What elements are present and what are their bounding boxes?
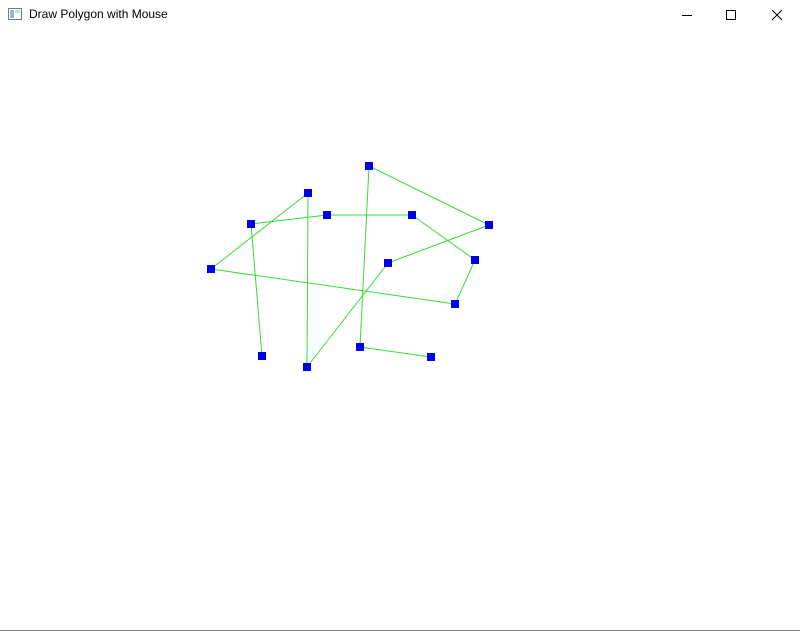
polygon-vertex-handle[interactable] (207, 265, 215, 273)
polygon-vertex-handle[interactable] (356, 343, 364, 351)
polygon-vertex-handle[interactable] (303, 363, 311, 371)
maximize-icon (726, 10, 736, 20)
polygon-vertex-handle[interactable] (485, 221, 493, 229)
polygon-edge (210, 192, 309, 270)
drawing-canvas[interactable] (0, 30, 800, 630)
close-button[interactable] (754, 0, 800, 30)
polygon-edge (250, 223, 263, 357)
polygon-drawing[interactable] (0, 30, 800, 630)
polygon-vertex-handle[interactable] (365, 162, 373, 170)
app-icon (8, 8, 22, 20)
minimize-button[interactable] (664, 0, 710, 30)
minimize-icon (682, 15, 692, 16)
polygon-edge (454, 259, 476, 305)
polygon-edge (210, 268, 456, 305)
title-bar[interactable]: Draw Polygon with Mouse (0, 0, 800, 30)
polygon-edge (359, 346, 432, 358)
polygon-edge (411, 214, 476, 261)
polygon-vertex-handle[interactable] (384, 259, 392, 267)
polygon-edge (359, 165, 370, 348)
app-window: Draw Polygon with Mouse (0, 0, 800, 631)
polygon-edge (306, 192, 309, 368)
polygon-vertex-handle[interactable] (323, 211, 331, 219)
polygon-vertex-handle[interactable] (247, 220, 255, 228)
polygon-edge (250, 214, 328, 225)
polygon-vertex-handle[interactable] (258, 352, 266, 360)
polygon-edge (306, 262, 389, 368)
window-title: Draw Polygon with Mouse (29, 7, 168, 21)
polygon-vertex-handle[interactable] (408, 211, 416, 219)
polygon-vertex-handle[interactable] (427, 353, 435, 361)
polygon-vertex-handle[interactable] (471, 256, 479, 264)
polygon-vertex-handle[interactable] (304, 189, 312, 197)
polygon-vertex-handle[interactable] (451, 300, 459, 308)
close-icon (771, 9, 783, 21)
polygon-edge (368, 165, 490, 226)
maximize-button[interactable] (708, 0, 754, 30)
